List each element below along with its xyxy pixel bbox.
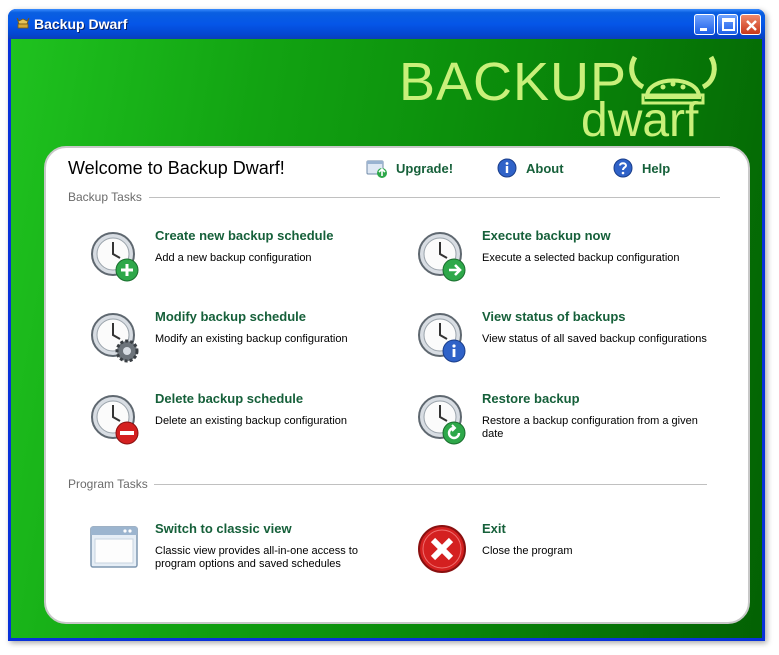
- task-description: Add a new backup configuration: [155, 252, 312, 264]
- program-tasks-section-label: Program Tasks: [68, 477, 148, 491]
- create-backup-schedule-task[interactable]: Create new backup schedule Add a new bac…: [89, 228, 379, 288]
- window-icon: [90, 526, 138, 568]
- restore-backup-task[interactable]: Restore backup Restore a backup configur…: [416, 391, 706, 451]
- task-description: View status of all saved backup configur…: [482, 333, 707, 345]
- task-title: Switch to classic view: [155, 521, 292, 536]
- execute-backup-now-task[interactable]: Execute backup now Execute a selected ba…: [416, 228, 706, 288]
- task-title: Delete backup schedule: [155, 391, 304, 406]
- clock-add-icon: [91, 232, 139, 282]
- minimize-icon: [700, 28, 707, 31]
- task-description: Delete an existing backup configuration: [155, 415, 348, 427]
- close-button[interactable]: [740, 14, 761, 35]
- minimize-button[interactable]: [694, 14, 715, 35]
- about-link[interactable]: About: [496, 157, 564, 179]
- viking-helmet-logo-icon: [629, 55, 717, 105]
- clock-run-icon: [418, 232, 466, 282]
- exit-icon: [418, 525, 466, 573]
- info-icon: [497, 158, 517, 178]
- app-logo: BACKUP dwarf: [399, 51, 729, 151]
- view-status-backups-task[interactable]: View status of backups View status of al…: [416, 309, 707, 369]
- help-link[interactable]: Help: [612, 157, 670, 179]
- divider: [154, 484, 707, 485]
- title-bar[interactable]: Backup Dwarf: [8, 9, 765, 39]
- task-title: Create new backup schedule: [155, 228, 334, 243]
- task-description: Modify an existing backup configuration: [155, 333, 348, 345]
- task-description: Close the program: [482, 545, 573, 557]
- clock-restore-icon: [418, 395, 466, 445]
- client-area: BACKUP dwarf Welcome to Backup Dwarf! Up: [11, 39, 762, 638]
- welcome-heading: Welcome to Backup Dwarf!: [68, 158, 285, 178]
- upgrade-link[interactable]: Upgrade!: [366, 157, 453, 179]
- backup-tasks-section-label: Backup Tasks: [68, 190, 142, 204]
- maximize-icon: [722, 18, 735, 31]
- about-label: About: [526, 160, 564, 176]
- viking-helmet-icon: [16, 17, 30, 29]
- exit-task[interactable]: Exit Close the program: [416, 521, 706, 581]
- task-description: Restore a backup configuration from a gi…: [482, 415, 698, 440]
- task-title: View status of backups: [482, 309, 626, 324]
- clock-info-icon: [418, 313, 466, 363]
- modify-backup-schedule-task[interactable]: Modify backup schedule Modify an existin…: [89, 309, 379, 369]
- clock-delete-icon: [91, 395, 139, 445]
- close-icon: [746, 20, 757, 31]
- upgrade-label: Upgrade!: [396, 160, 454, 176]
- upgrade-icon: [366, 160, 387, 178]
- task-title: Modify backup schedule: [155, 309, 306, 324]
- delete-backup-schedule-task[interactable]: Delete backup schedule Delete an existin…: [89, 391, 379, 451]
- help-icon: [613, 158, 633, 178]
- divider: [149, 197, 720, 198]
- task-description: Execute a selected backup configuration: [482, 252, 680, 264]
- task-title: Exit: [482, 521, 506, 536]
- task-title: Restore backup: [482, 391, 580, 406]
- switch-classic-view-task[interactable]: Switch to classic view Classic view prov…: [89, 521, 379, 581]
- help-label: Help: [642, 160, 671, 176]
- app-window: Backup Dwarf BACKUP dwarf Welcome to Bac…: [8, 9, 765, 641]
- main-panel: Welcome to Backup Dwarf! Upgrade! About: [44, 146, 750, 624]
- window-title: Backup Dwarf: [34, 16, 128, 32]
- maximize-button[interactable]: [717, 14, 738, 35]
- task-description: Classic view provides all-in-one access …: [155, 545, 358, 570]
- task-title: Execute backup now: [482, 228, 611, 243]
- clock-gear-icon: [91, 313, 139, 363]
